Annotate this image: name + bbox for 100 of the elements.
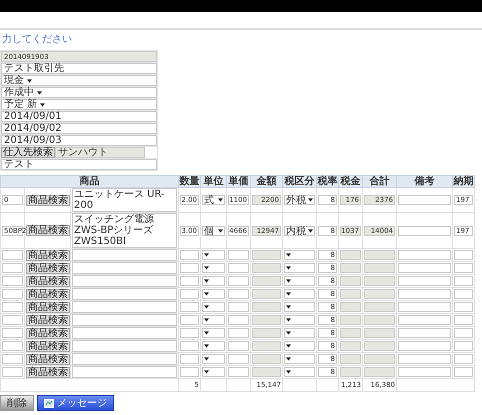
due-date-field[interactable]: [454, 302, 473, 312]
product-search-button[interactable]: 商品検索: [26, 354, 70, 364]
tax-type-dropdown[interactable]: 外税: [284, 195, 315, 205]
price-field[interactable]: [228, 276, 249, 286]
note-field[interactable]: [398, 263, 451, 273]
price-field[interactable]: [228, 250, 249, 260]
tax-type-dropdown[interactable]: [284, 263, 315, 273]
note-field[interactable]: [398, 250, 451, 260]
note-field[interactable]: [398, 328, 451, 338]
quantity-field[interactable]: [180, 354, 199, 364]
note-field[interactable]: [398, 367, 451, 377]
tax-type-dropdown[interactable]: [284, 315, 315, 325]
tax-type-dropdown[interactable]: [284, 302, 315, 312]
quantity-field[interactable]: [180, 276, 199, 286]
unit-dropdown[interactable]: [202, 302, 225, 312]
product-name-field[interactable]: [72, 249, 177, 261]
code-field[interactable]: [2, 315, 23, 325]
note-field[interactable]: [398, 315, 451, 325]
unit-dropdown[interactable]: [202, 367, 225, 377]
tax-type-dropdown[interactable]: [284, 276, 315, 286]
product-name-field[interactable]: [72, 366, 177, 378]
tax-type-dropdown[interactable]: [284, 341, 315, 351]
code-field[interactable]: [2, 250, 23, 260]
product-search-button[interactable]: 商品検索: [26, 194, 70, 206]
unit-dropdown[interactable]: [202, 315, 225, 325]
quantity-field[interactable]: [180, 250, 199, 260]
due-date-field[interactable]: [454, 354, 473, 364]
price-field[interactable]: [228, 289, 249, 299]
product-name-field[interactable]: ユニットケース UR-200: [72, 188, 177, 212]
unit-dropdown[interactable]: [202, 289, 225, 299]
unit-dropdown[interactable]: [202, 341, 225, 351]
product-name-field[interactable]: [72, 314, 177, 326]
unit-dropdown[interactable]: [202, 250, 225, 260]
note-field[interactable]: [398, 289, 451, 299]
code-field[interactable]: [2, 289, 23, 299]
note-field[interactable]: [398, 276, 451, 286]
quantity-field[interactable]: [180, 263, 199, 273]
unit-dropdown[interactable]: [202, 328, 225, 338]
product-search-button[interactable]: 商品検索: [26, 262, 70, 274]
text-field[interactable]: テスト: [1, 159, 157, 170]
tax-type-dropdown[interactable]: 内税: [284, 226, 315, 236]
due-date-field[interactable]: [454, 315, 473, 325]
text-field[interactable]: 2014/09/02: [1, 123, 157, 134]
tax-type-dropdown[interactable]: [284, 367, 315, 377]
text-field[interactable]: 2014/09/01: [1, 111, 157, 122]
supplier-field[interactable]: サンハウト: [55, 147, 145, 158]
code-field[interactable]: [2, 276, 23, 286]
product-search-button[interactable]: 商品検索: [26, 366, 70, 378]
dropdown[interactable]: 現金: [1, 75, 157, 86]
note-field[interactable]: [398, 302, 451, 312]
delete-button[interactable]: 削除: [0, 395, 34, 411]
product-name-field[interactable]: [72, 288, 177, 300]
product-search-button[interactable]: 商品検索: [26, 328, 70, 338]
unit-dropdown[interactable]: [202, 276, 225, 286]
supplier-search-button[interactable]: 仕入先検索: [1, 147, 55, 158]
price-field[interactable]: [228, 302, 249, 312]
quantity-field[interactable]: [180, 341, 199, 351]
quantity-field[interactable]: [180, 315, 199, 325]
product-name-field[interactable]: [72, 301, 177, 313]
due-date-field[interactable]: [454, 250, 473, 260]
due-date-field[interactable]: [454, 341, 473, 351]
due-date-field[interactable]: [454, 367, 473, 377]
tax-type-dropdown[interactable]: [284, 250, 315, 260]
dropdown[interactable]: 予定 新: [1, 99, 157, 110]
price-field[interactable]: [228, 315, 249, 325]
note-field[interactable]: [398, 195, 451, 205]
product-search-button[interactable]: 商品検索: [26, 288, 70, 300]
message-button[interactable]: メッセージ: [37, 395, 114, 411]
unit-dropdown[interactable]: 個: [202, 226, 225, 236]
quantity-field[interactable]: [180, 367, 199, 377]
price-field[interactable]: [228, 328, 249, 338]
price-field[interactable]: [228, 354, 249, 364]
quantity-field[interactable]: [180, 328, 199, 338]
due-date-field[interactable]: [454, 276, 473, 286]
note-field[interactable]: [398, 354, 451, 364]
quantity-field[interactable]: [180, 289, 199, 299]
code-field[interactable]: [2, 328, 23, 338]
product-name-field[interactable]: [72, 262, 177, 274]
code-field[interactable]: [2, 354, 23, 364]
price-field[interactable]: [228, 367, 249, 377]
product-name-field[interactable]: スイッチング電源 ZWS-BPシリーズ ZWS150BI: [72, 213, 177, 248]
note-field[interactable]: [398, 226, 451, 236]
code-field[interactable]: [2, 341, 23, 351]
unit-dropdown[interactable]: [202, 263, 225, 273]
due-date-field[interactable]: [454, 328, 473, 338]
tax-type-dropdown[interactable]: [284, 354, 315, 364]
text-field[interactable]: 2014/09/03: [1, 135, 157, 146]
product-name-field[interactable]: [72, 275, 177, 287]
due-date-field[interactable]: [454, 289, 473, 299]
price-field[interactable]: [228, 263, 249, 273]
dropdown[interactable]: 作成中: [1, 87, 157, 98]
product-name-field[interactable]: [72, 353, 177, 365]
product-name-field[interactable]: [72, 340, 177, 352]
product-search-button[interactable]: 商品検索: [26, 276, 70, 286]
code-field[interactable]: [2, 367, 23, 377]
tax-type-dropdown[interactable]: [284, 289, 315, 299]
code-field[interactable]: [2, 302, 23, 312]
product-search-button[interactable]: 商品検索: [26, 340, 70, 352]
product-search-button[interactable]: 商品検索: [26, 314, 70, 326]
price-field[interactable]: [228, 341, 249, 351]
